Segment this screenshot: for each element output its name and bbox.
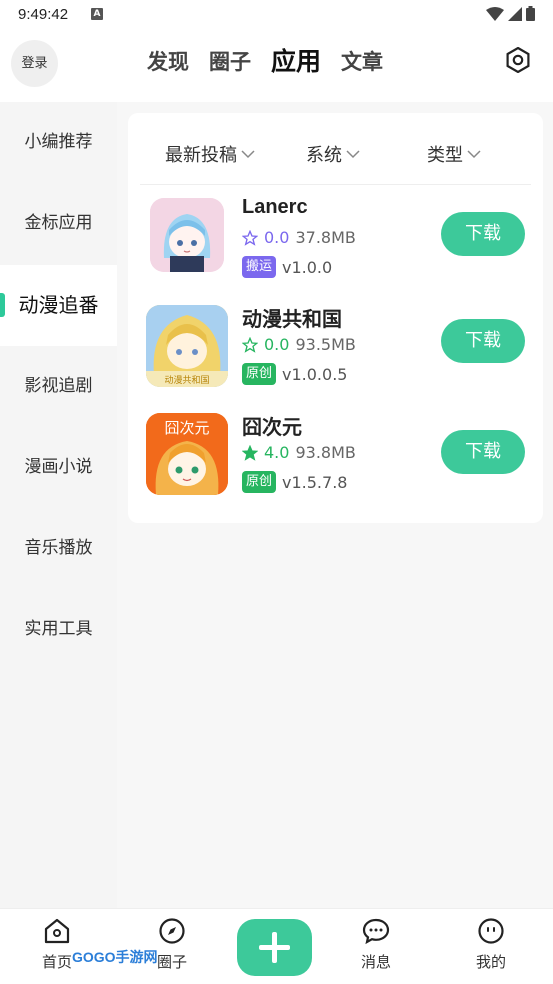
list-item[interactable]: 囧次元 囧次元 4.0 93.8MB 原创 v1.5.7.8 下载 <box>128 413 543 513</box>
status-bar: 9:49:42 A <box>0 0 553 32</box>
plus-icon <box>259 932 290 963</box>
create-post-button[interactable] <box>237 919 312 976</box>
source-badge: 搬运 <box>242 256 277 278</box>
star-outline-icon <box>242 336 258 353</box>
chevron-down-icon <box>467 150 481 159</box>
app-rating: 4.0 <box>264 443 290 462</box>
chevron-down-icon <box>241 150 255 159</box>
compass-icon <box>159 918 185 944</box>
jiongciyuan-app-icon: 囧次元 <box>146 413 228 495</box>
anime-character-icon: 动漫共和国 <box>146 305 228 387</box>
tab-discover[interactable]: 发现 <box>147 42 189 82</box>
sidebar-item-tools[interactable]: 实用工具 <box>0 589 117 670</box>
chevron-down-icon <box>346 150 360 159</box>
status-icons <box>486 6 535 21</box>
wifi-icon <box>486 6 504 21</box>
app-version: v1.0.0 <box>282 257 333 277</box>
settings-icon[interactable] <box>505 47 531 73</box>
sidebar-item-anime[interactable]: 动漫追番 <box>0 265 117 346</box>
filter-system-label: 系统 <box>306 145 342 166</box>
top-header: 登录 发现 圈子 应用 文章 <box>0 32 553 102</box>
tab-articles[interactable]: 文章 <box>341 42 383 82</box>
sidebar-item-comics-novels[interactable]: 漫画小说 <box>0 427 117 508</box>
app-rating: 0.0 <box>264 335 290 354</box>
lanerc-app-icon <box>150 198 224 272</box>
nav-mine-label: 我的 <box>475 953 506 971</box>
anime-character-icon <box>150 198 224 272</box>
nav-home-label: 首页 <box>41 953 72 971</box>
top-tabs: 发现 圈子 应用 文章 <box>147 42 383 82</box>
nav-circle-label: 圈子 <box>156 953 187 971</box>
signal-icon <box>508 6 522 21</box>
profile-face-icon <box>478 918 504 944</box>
category-sidebar: 小编推荐 金标应用 动漫追番 影视追剧 漫画小说 音乐播放 实用工具 <box>0 102 117 908</box>
filter-latest-label: 最新投稿 <box>165 145 237 166</box>
notification-a-icon: A <box>91 8 103 20</box>
app-list-card: 最新投稿 系统 类型 Lanerc 0.0 37.8MB 搬运 v1.0.0 下… <box>128 113 543 523</box>
home-icon <box>44 918 70 944</box>
filter-bar: 最新投稿 系统 类型 <box>140 113 531 185</box>
sidebar-item-music[interactable]: 音乐播放 <box>0 508 117 589</box>
app-name: 动漫共和国 <box>242 309 342 331</box>
app-version: v1.5.7.8 <box>282 472 348 492</box>
app-size: 93.5MB <box>295 335 356 354</box>
filter-type-label: 类型 <box>427 145 463 166</box>
filter-type[interactable]: 类型 <box>427 141 481 167</box>
list-item[interactable]: 动漫共和国 动漫共和国 0.0 93.5MB 原创 v1.0.0.5 下载 <box>128 305 543 405</box>
download-button[interactable]: 下载 <box>441 319 525 363</box>
sidebar-item-editor-picks[interactable]: 小编推荐 <box>0 102 117 183</box>
app-rating: 0.0 <box>264 228 290 247</box>
app-version-row: 原创 v1.0.0.5 <box>242 363 347 385</box>
nav-mine[interactable]: 我的 <box>456 917 526 972</box>
source-badge: 原创 <box>242 471 277 493</box>
tab-circle[interactable]: 圈子 <box>209 42 251 82</box>
app-version-row: 搬运 v1.0.0 <box>242 256 332 278</box>
download-button[interactable]: 下载 <box>441 430 525 474</box>
svg-text:动漫共和国: 动漫共和国 <box>164 374 209 386</box>
sidebar-item-tv-drama[interactable]: 影视追剧 <box>0 346 117 427</box>
dongman-app-icon: 动漫共和国 <box>146 305 228 387</box>
bottom-nav: 首页 圈子 消息 我的 GOGO手游网 <box>0 908 553 984</box>
filter-system[interactable]: 系统 <box>306 141 360 167</box>
battery-icon <box>526 6 535 21</box>
app-size: 93.8MB <box>295 443 356 462</box>
svg-text:囧次元: 囧次元 <box>164 419 209 437</box>
app-size: 37.8MB <box>295 228 356 247</box>
app-name: 囧次元 <box>242 417 302 439</box>
tab-apps[interactable]: 应用 <box>271 42 321 82</box>
watermark: GOGO手游网 <box>72 949 158 965</box>
source-badge: 原创 <box>242 363 277 385</box>
star-outline-icon <box>242 229 258 246</box>
star-filled-icon <box>242 444 258 461</box>
login-button[interactable]: 登录 <box>11 40 58 87</box>
nav-messages-label: 消息 <box>360 953 391 971</box>
app-version: v1.0.0.5 <box>282 364 348 384</box>
app-meta: 4.0 93.8MB <box>242 443 356 462</box>
app-meta: 0.0 37.8MB <box>242 228 356 247</box>
download-button[interactable]: 下载 <box>441 212 525 256</box>
list-item[interactable]: Lanerc 0.0 37.8MB 搬运 v1.0.0 下载 <box>128 196 543 298</box>
status-time: 9:49:42 <box>18 6 69 23</box>
app-name: Lanerc <box>242 196 308 218</box>
app-version-row: 原创 v1.5.7.8 <box>242 471 347 493</box>
nav-messages[interactable]: 消息 <box>341 917 411 972</box>
filter-latest[interactable]: 最新投稿 <box>165 141 255 167</box>
app-meta: 0.0 93.5MB <box>242 335 356 354</box>
sidebar-item-gold-apps[interactable]: 金标应用 <box>0 183 117 264</box>
anime-character-icon: 囧次元 <box>146 413 228 495</box>
chat-bubble-icon <box>362 918 390 945</box>
